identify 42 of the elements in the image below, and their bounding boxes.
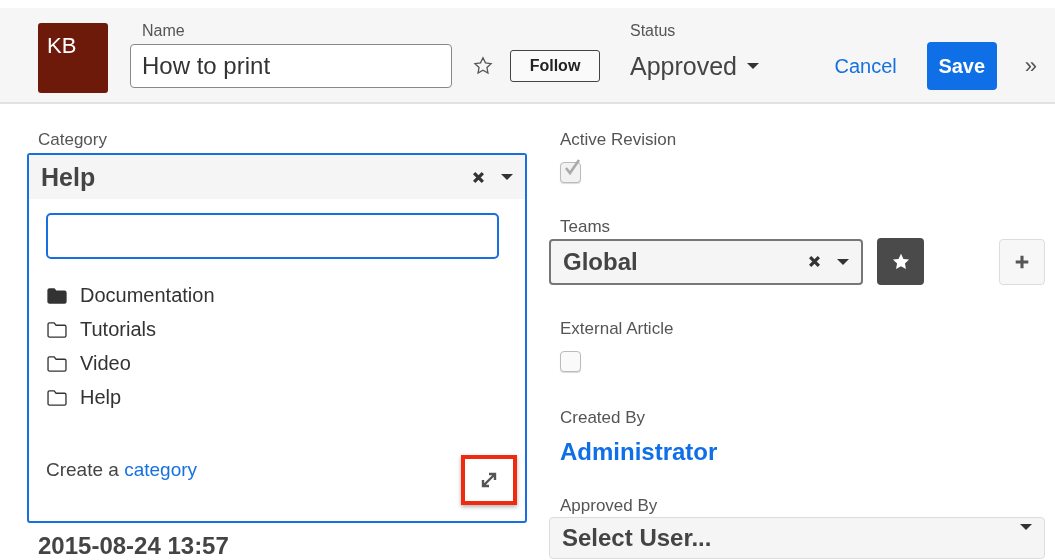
field-label: Status: [630, 22, 677, 40]
clear-icon[interactable]: [472, 170, 485, 184]
folder-item[interactable]: Video: [46, 351, 525, 376]
save-button[interactable]: Save: [926, 42, 997, 90]
folder-label: Tutorials: [80, 318, 156, 341]
name-input-field[interactable]: How to print: [130, 44, 452, 88]
date-value: 2015-08-24 13:57: [38, 532, 230, 560]
field-label: Active Revision: [560, 130, 678, 150]
expand-icon: [479, 470, 499, 490]
follow-button[interactable]: Follow: [510, 50, 600, 82]
field-label: Approved By: [560, 496, 659, 516]
category-link[interactable]: category: [124, 459, 198, 480]
add-team-button[interactable]: [999, 238, 1045, 285]
user-link[interactable]: Administrator: [560, 438, 1045, 466]
clear-icon[interactable]: [808, 255, 822, 268]
teams-select[interactable]: Global: [549, 238, 864, 285]
folder-label: Documentation: [80, 284, 215, 307]
folder-label: Video: [80, 352, 131, 375]
user-select[interactable]: Select User...: [549, 517, 1045, 559]
category-select[interactable]: Help: [29, 155, 525, 199]
field-label: Teams: [560, 217, 612, 237]
cancel-link[interactable]: Cancel: [834, 54, 897, 78]
caret-icon[interactable]: [1020, 524, 1032, 530]
folder-item[interactable]: Documentation: [46, 283, 525, 308]
star-icon[interactable]: [472, 55, 494, 77]
create-text: Create a category: [46, 458, 198, 481]
avatar: KB: [38, 23, 108, 93]
checkbox[interactable]: [560, 351, 581, 372]
primary-team-button[interactable]: [877, 238, 925, 285]
caret-icon[interactable]: [501, 174, 513, 180]
more-button[interactable]: »: [1024, 53, 1037, 79]
field-label: Name: [142, 22, 186, 40]
status-dropdown[interactable]: Approved: [630, 44, 760, 88]
folder-label: Help: [80, 386, 122, 409]
caret-icon[interactable]: [837, 258, 850, 265]
expand-button[interactable]: [461, 455, 517, 505]
field-label: Created By: [560, 408, 647, 428]
field-label: Category: [38, 130, 108, 150]
folder-item[interactable]: Tutorials: [46, 317, 525, 342]
search-field[interactable]: [46, 213, 499, 259]
field-label: External Article: [560, 319, 675, 339]
folder-item[interactable]: Help: [46, 385, 525, 410]
